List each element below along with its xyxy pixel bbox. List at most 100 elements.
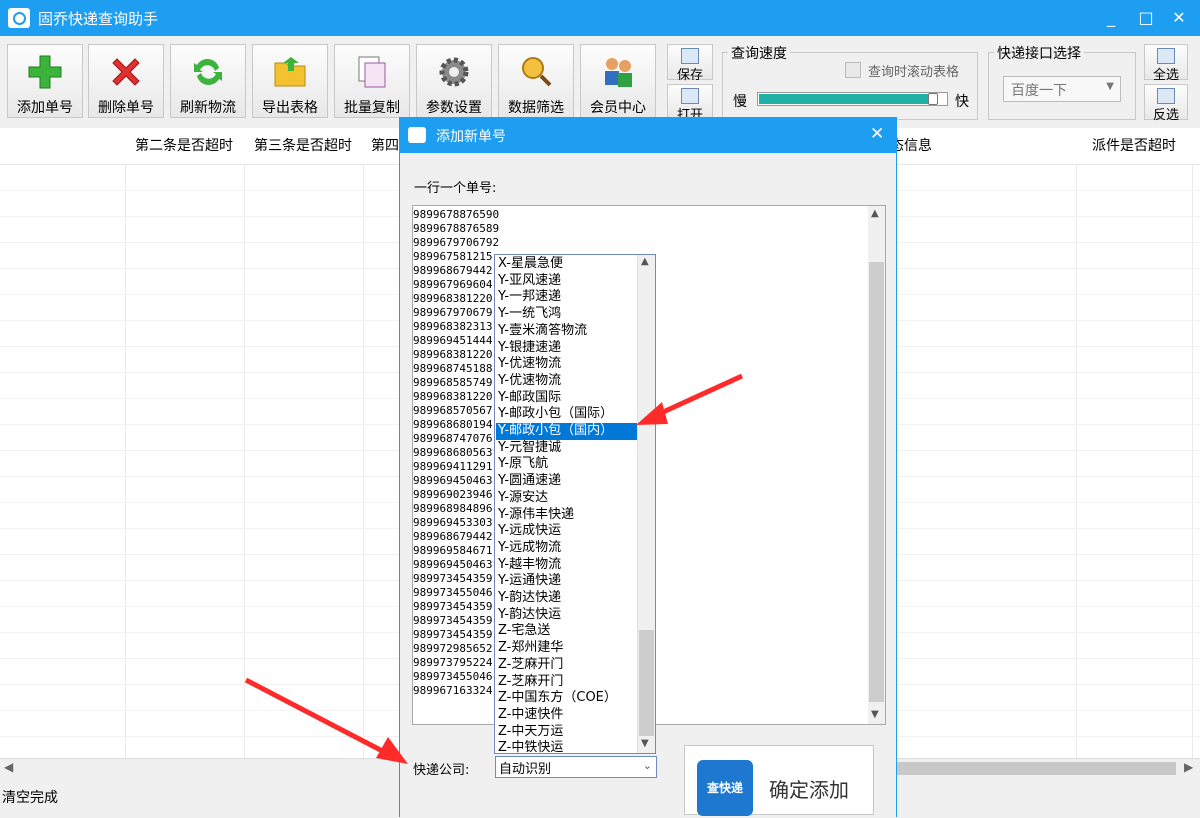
scroll-up-icon[interactable]: ▲ [641, 256, 649, 267]
scrollbar-thumb[interactable] [639, 630, 654, 736]
column-divider [125, 164, 126, 758]
scroll-right-icon[interactable]: ▶ [1184, 760, 1193, 774]
column-header[interactable]: 态信息 [890, 128, 950, 164]
select-all-label: 全选 [1152, 68, 1179, 83]
tracking-number-text: 9899678876590 9899678876589 989967970679… [413, 208, 500, 697]
dropdown-option[interactable]: Y-韵达快运 [496, 607, 638, 624]
dropdown-option[interactable]: Z-中国东方（COE） [496, 690, 638, 707]
toolbar: 添加单号 删除单号 刷新物流 导出表格 批量复制 参数设置 数据筛选 会员中心 … [0, 36, 1200, 128]
column-divider [363, 164, 364, 758]
dropdown-option[interactable]: Y-越丰物流 [496, 557, 638, 574]
dropdown-option[interactable]: Z-中速快件 [496, 707, 638, 724]
dropdown-option[interactable]: Y-远成快运 [496, 523, 638, 540]
dropdown-option[interactable]: Y-一邦速递 [496, 289, 638, 306]
button-label: 删除单号 [98, 100, 154, 116]
column-header[interactable]: 第二条是否超时 [125, 128, 243, 164]
column-header[interactable]: 派件是否超时 [1076, 128, 1192, 164]
dropdown-option[interactable]: Y-优速物流 [496, 356, 638, 373]
dropdown-option[interactable]: Y-壹米滴答物流 [496, 323, 638, 340]
speed-group-title: 查询速度 [728, 43, 790, 63]
dropdown-scrollbar[interactable]: ▲ ▼ [637, 255, 655, 753]
delete-number-button[interactable]: 删除单号 [88, 44, 164, 118]
users-icon [605, 58, 632, 87]
close-button[interactable]: ✕ [1164, 6, 1194, 30]
dialog-title: 添加新单号 [436, 129, 506, 145]
select-all-button[interactable]: 全选 [1144, 44, 1188, 83]
dropdown-option[interactable]: Y-原飞航 [496, 456, 638, 473]
dropdown-option[interactable]: Y-亚风速递 [496, 273, 638, 290]
dropdown-option[interactable]: Z-芝麻开门 [496, 657, 638, 674]
dropdown-option[interactable]: Y-源伟丰快递 [496, 507, 638, 524]
chevron-down-icon: ▼ [1106, 81, 1114, 92]
api-select[interactable]: 百度一下 ▼ [1003, 76, 1121, 102]
dropdown-option[interactable]: Y-邮政小包（国际） [496, 406, 638, 423]
speed-slider-fill [759, 94, 937, 104]
add-number-button[interactable]: 添加单号 [7, 44, 83, 118]
dropdown-option[interactable]: Y-运通快递 [496, 573, 638, 590]
member-center-button[interactable]: 会员中心 [580, 44, 656, 118]
minimize-button[interactable]: _ [1096, 6, 1126, 30]
dropdown-option[interactable]: Y-源安达 [496, 490, 638, 507]
scroll-table-checkbox[interactable] [845, 62, 861, 78]
batch-copy-button[interactable]: 批量复制 [334, 44, 410, 118]
scroll-left-icon[interactable]: ◀ [4, 760, 13, 774]
dropdown-option[interactable]: Y-邮政小包（国内） [496, 423, 638, 440]
dropdown-option[interactable]: Y-优速物流 [496, 373, 638, 390]
dropdown-option[interactable]: Y-韵达快递 [496, 590, 638, 607]
refresh-logistics-button[interactable]: 刷新物流 [170, 44, 246, 118]
maximize-button[interactable]: □ [1131, 6, 1161, 30]
dropdown-option[interactable]: Z-宅急送 [496, 623, 638, 640]
button-label: 数据筛选 [508, 100, 564, 116]
dropdown-option[interactable]: Z-中天万运 [496, 724, 638, 741]
delete-x-icon [112, 58, 140, 86]
invert-selection-button[interactable]: 反选 [1144, 84, 1188, 123]
button-label: 添加单号 [17, 100, 73, 116]
open-button[interactable]: 打开 [667, 84, 713, 123]
api-select-value: 百度一下 [1011, 83, 1067, 99]
export-table-button[interactable]: 导出表格 [252, 44, 328, 118]
input-prompt: 一行一个单号: [414, 181, 497, 196]
save-button[interactable]: 保存 [667, 44, 713, 83]
speed-slider[interactable] [757, 92, 948, 106]
chevron-down-icon: ⌄ [642, 759, 652, 772]
button-label: 批量复制 [344, 100, 400, 116]
column-header[interactable]: 第三条是否超时 [244, 128, 362, 164]
dropdown-option[interactable]: Y-邮政国际 [496, 390, 638, 407]
slow-label: 慢 [733, 94, 747, 110]
button-label: 刷新物流 [180, 100, 236, 116]
column-divider [1076, 164, 1077, 758]
app-logo-icon [8, 8, 30, 28]
dropdown-option[interactable]: Z-郑州建华 [496, 640, 638, 657]
scrollbar-thumb[interactable] [896, 762, 1176, 775]
scroll-up-icon[interactable]: ▲ [871, 208, 879, 219]
company-select-value: 自动识别 [499, 762, 552, 777]
speed-slider-thumb[interactable] [928, 93, 938, 105]
confirm-add-button[interactable]: 查快递 确定添加 [684, 745, 874, 816]
company-dropdown-list[interactable]: X-星晨急便 Y-亚风速递 Y-一邦速递 Y-一统飞鸿 Y-壹米滴答物流 Y-银捷速递 Y-… [494, 254, 656, 754]
dropdown-option[interactable]: Y-一统飞鸿 [496, 306, 638, 323]
copy-icon [358, 56, 386, 88]
dialog-app-icon [408, 127, 426, 143]
dropdown-option[interactable]: X-星晨急便 [496, 256, 638, 273]
status-text: 清空完成 [2, 790, 58, 806]
dialog-title-bar: 添加新单号 ✕ [400, 118, 896, 153]
save-label: 保存 [676, 68, 703, 83]
scroll-down-icon[interactable]: ▼ [871, 709, 879, 720]
textarea-scrollbar[interactable]: ▲ ▼ [868, 206, 885, 724]
scroll-down-icon[interactable]: ▼ [641, 738, 649, 749]
company-select[interactable]: 自动识别 ⌄ [495, 756, 657, 778]
dropdown-option[interactable]: Y-银捷速递 [496, 340, 638, 357]
dropdown-option[interactable]: Z-中铁快运 [496, 740, 638, 753]
fast-label: 快 [955, 94, 969, 110]
dialog-close-button[interactable]: ✕ [870, 124, 884, 144]
scrollbar-thumb[interactable] [869, 262, 884, 702]
button-label: 参数设置 [426, 100, 482, 116]
dropdown-option[interactable]: Z-芝麻开门 [496, 674, 638, 691]
dropdown-option[interactable]: Y-元智捷诚 [496, 440, 638, 457]
dropdown-option[interactable]: Y-圆通速递 [496, 473, 638, 490]
data-filter-button[interactable]: 数据筛选 [498, 44, 574, 118]
dropdown-option[interactable]: Y-远成物流 [496, 540, 638, 557]
settings-button[interactable]: 参数设置 [416, 44, 492, 118]
api-group-title: 快递接口选择 [994, 43, 1084, 63]
select-all-icon [1157, 48, 1175, 64]
